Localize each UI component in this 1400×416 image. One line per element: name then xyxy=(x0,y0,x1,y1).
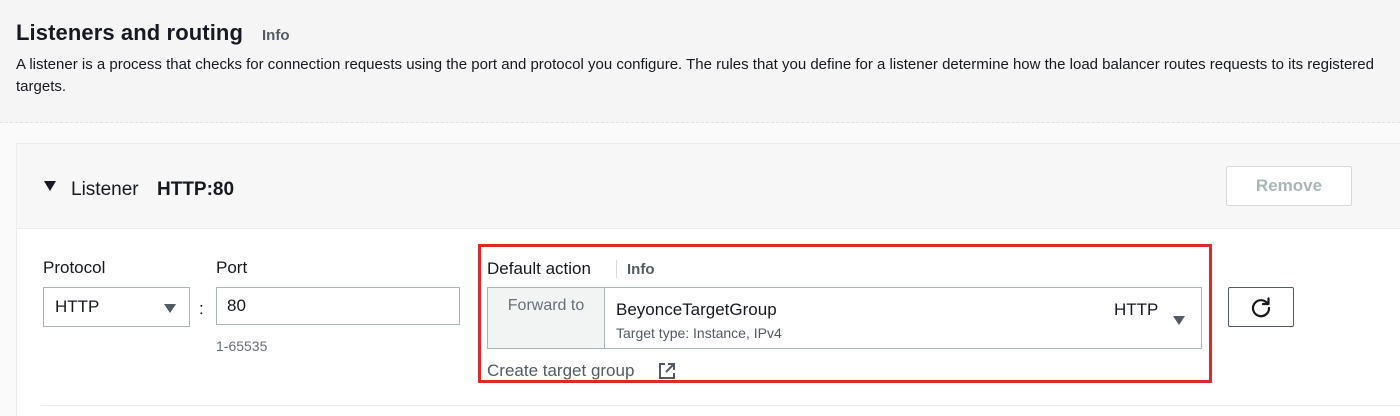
create-target-group-link[interactable]: Create target group xyxy=(487,361,634,381)
target-group-detail: Target type: Instance, IPv4 xyxy=(616,325,782,341)
listener-name: HTTP:80 xyxy=(157,179,235,200)
section-description: A listener is a process that checks for … xyxy=(16,56,1374,95)
listener-header[interactable]: Listener HTTP:80 Remove xyxy=(17,144,1400,229)
protocol-label: Protocol xyxy=(43,258,106,277)
target-group-protocol: HTTP xyxy=(1114,300,1159,319)
label-divider xyxy=(616,260,617,278)
listener-card: Listener HTTP:80 Remove Protocol HTTP : … xyxy=(16,143,1400,416)
forward-to-label: Forward to xyxy=(488,288,605,348)
section-title: Listeners and routing xyxy=(16,20,244,45)
external-link-icon[interactable] xyxy=(657,361,677,381)
protocol-value: HTTP xyxy=(55,297,100,316)
divider xyxy=(41,405,1400,406)
default-action-label: Default action xyxy=(487,259,591,278)
port-label: Port xyxy=(216,258,248,277)
section-header: Listeners and routing Info A listener is… xyxy=(0,0,1400,123)
refresh-icon xyxy=(1251,297,1271,318)
page: Listeners and routing Info A listener is… xyxy=(0,0,1400,416)
chevron-down-icon xyxy=(164,304,176,313)
info-link[interactable]: Info xyxy=(262,27,290,44)
port-hint: 1-65535 xyxy=(216,338,268,354)
target-group-name: BeyonceTargetGroup xyxy=(616,300,777,319)
target-group-select[interactable]: Forward to BeyonceTargetGroup Target typ… xyxy=(487,287,1202,349)
refresh-button[interactable] xyxy=(1228,287,1294,327)
port-input[interactable] xyxy=(216,287,460,325)
protocol-select[interactable]: HTTP xyxy=(43,287,190,327)
listener-label: Listener xyxy=(71,179,139,200)
caret-down-icon[interactable] xyxy=(44,181,56,191)
protocol-port-separator: : xyxy=(199,299,204,318)
default-action-info-link[interactable]: Info xyxy=(627,261,655,278)
chevron-down-icon xyxy=(1173,316,1185,325)
remove-button[interactable]: Remove xyxy=(1226,166,1352,206)
